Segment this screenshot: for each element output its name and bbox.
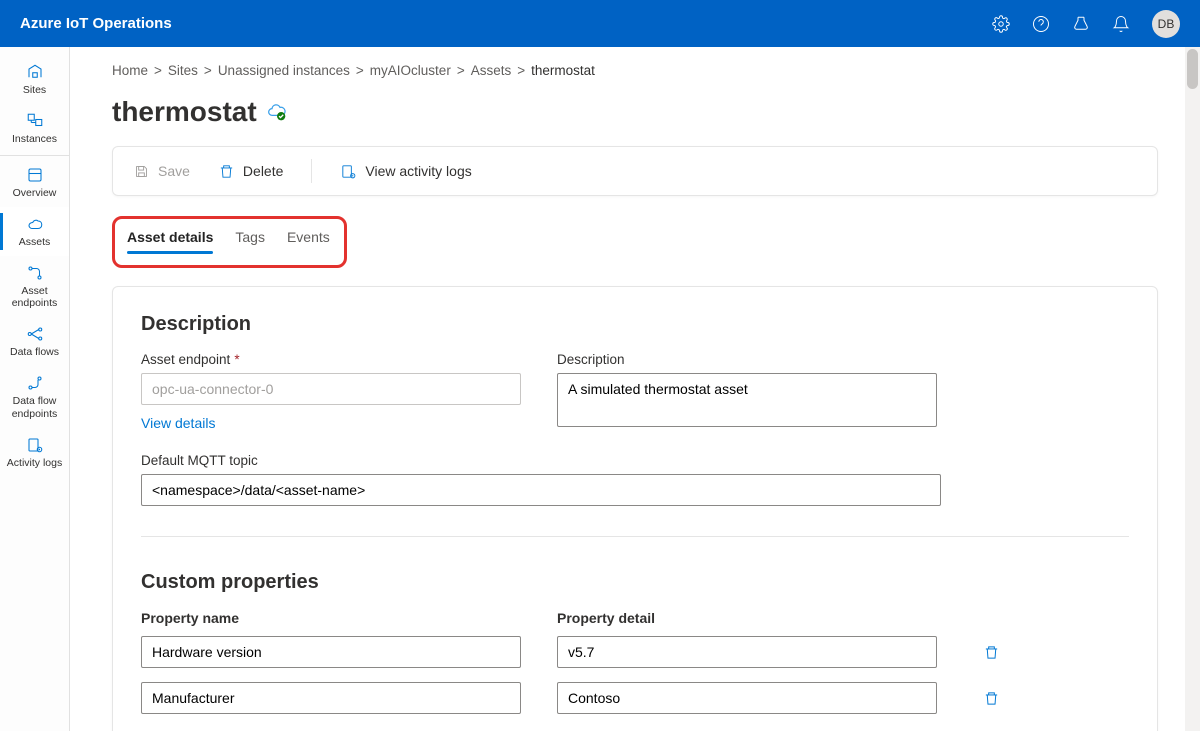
custom-properties-heading: Custom properties [141,571,1129,594]
sidebar-item-sites[interactable]: Sites [0,55,69,104]
delete-property-button[interactable] [973,644,1009,661]
settings-icon[interactable] [992,15,1010,33]
sidebar-item-instances[interactable]: Instances [0,104,69,153]
breadcrumb-link[interactable]: Sites [168,63,198,78]
view-details-link[interactable]: View details [141,415,215,431]
tab-asset-details[interactable]: Asset details [127,229,213,253]
user-avatar[interactable]: DB [1152,10,1180,38]
activity-logs-icon [26,436,44,454]
asset-endpoint-input [141,373,521,405]
data-flows-icon [26,325,44,343]
app-title: Azure IoT Operations [20,15,172,32]
property-row [141,636,1129,668]
sidebar-label: Overview [13,187,57,199]
property-name-input[interactable] [141,636,521,668]
scrollbar-thumb[interactable] [1187,49,1198,89]
property-name-header: Property name [141,610,521,626]
asset-endpoints-icon [26,264,44,282]
help-icon[interactable] [1032,15,1050,33]
description-input[interactable] [557,373,937,427]
mqtt-label: Default MQTT topic [141,453,1129,468]
overview-icon [26,166,44,184]
sidebar-item-assets[interactable]: Assets [0,207,69,256]
tabs: Asset details Tags Events [127,229,330,253]
sidebar-item-data-flows[interactable]: Data flows [0,317,69,366]
sidebar-label: Activity logs [7,457,62,469]
tabs-highlight: Asset details Tags Events [112,216,347,268]
save-button: Save [133,163,190,180]
assets-icon [26,215,44,233]
description-heading: Description [141,313,1129,336]
sidebar-item-activity-logs[interactable]: Activity logs [0,428,69,477]
breadcrumb-link[interactable]: myAIOcluster [370,63,451,78]
sidebar-label: Data flow endpoints [4,395,65,419]
instances-icon [26,112,44,130]
property-detail-input[interactable] [557,636,937,668]
notifications-icon[interactable] [1112,15,1130,33]
breadcrumb-current: thermostat [531,63,595,78]
property-detail-input[interactable] [557,682,937,714]
sidebar-item-overview[interactable]: Overview [0,158,69,207]
view-activity-logs-button[interactable]: View activity logs [340,163,471,180]
scrollbar[interactable] [1185,47,1200,731]
cloud-sync-icon [267,102,287,122]
breadcrumb: Home> Sites> Unassigned instances> myAIO… [112,63,1158,78]
page-title: thermostat [112,96,257,128]
main-content: Home> Sites> Unassigned instances> myAIO… [70,47,1200,731]
mqtt-topic-input[interactable] [141,474,941,506]
delete-property-button[interactable] [973,690,1009,707]
app-header: Azure IoT Operations DB [0,0,1200,47]
sidebar-label: Data flows [10,346,59,358]
sidebar-item-data-flow-endpoints[interactable]: Data flow endpoints [0,366,69,427]
delete-button[interactable]: Delete [218,163,283,180]
asset-endpoint-label: Asset endpoint* [141,352,521,367]
tab-events[interactable]: Events [287,229,330,253]
breadcrumb-link[interactable]: Home [112,63,148,78]
sites-icon [26,63,44,81]
sidebar-item-asset-endpoints[interactable]: Asset endpoints [0,256,69,317]
sidebar-label: Asset endpoints [4,285,65,309]
sidebar: Sites Instances Overview Assets Asset en… [0,47,70,731]
breadcrumb-link[interactable]: Unassigned instances [218,63,350,78]
data-flow-endpoints-icon [26,374,44,392]
diagnostics-icon[interactable] [1072,15,1090,33]
property-name-input[interactable] [141,682,521,714]
sidebar-label: Instances [12,133,57,145]
property-row [141,682,1129,714]
tab-tags[interactable]: Tags [235,229,265,253]
toolbar: Save Delete View activity logs [112,146,1158,196]
sidebar-label: Assets [19,236,51,248]
property-detail-header: Property detail [557,610,937,626]
breadcrumb-link[interactable]: Assets [471,63,512,78]
sidebar-label: Sites [23,84,46,96]
description-label: Description [557,352,937,367]
details-card: Description Asset endpoint* View details… [112,286,1158,731]
